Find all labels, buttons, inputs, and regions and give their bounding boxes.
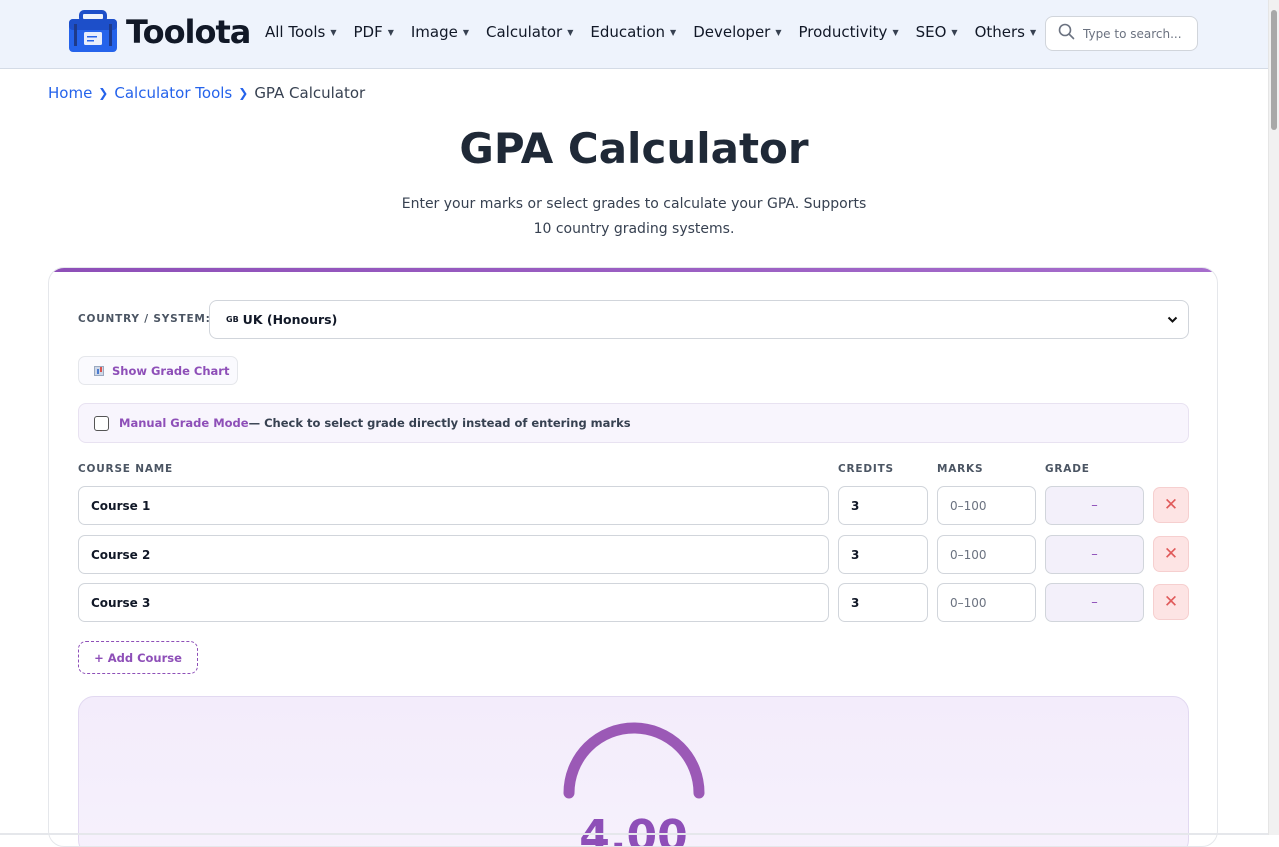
grade-chart-label: Show Grade Chart bbox=[112, 363, 230, 378]
toolbox-icon bbox=[68, 10, 118, 53]
caret-down-icon: ▼ bbox=[670, 27, 677, 37]
column-course-name: COURSE NAME bbox=[78, 463, 173, 475]
grade-display: – bbox=[1045, 486, 1144, 525]
column-credits: CREDITS bbox=[838, 463, 894, 475]
marks-input[interactable]: 0–100 bbox=[937, 535, 1036, 574]
nav-calculator[interactable]: Calculator ▼ bbox=[486, 23, 573, 41]
nav-education[interactable]: Education ▼ bbox=[590, 23, 676, 41]
nav-productivity[interactable]: Productivity ▼ bbox=[799, 23, 899, 41]
nav-seo[interactable]: SEO ▼ bbox=[916, 23, 958, 41]
nav-developer[interactable]: Developer ▼ bbox=[693, 23, 781, 41]
caret-down-icon: ▼ bbox=[462, 27, 470, 37]
nav-pdf[interactable]: PDF ▼ bbox=[353, 23, 393, 41]
nav-label: Developer bbox=[693, 23, 771, 41]
nav-label: Image bbox=[410, 23, 458, 41]
grade-display: – bbox=[1045, 583, 1144, 622]
gpa-gauge bbox=[563, 722, 705, 799]
caret-down-icon: ▼ bbox=[775, 27, 782, 37]
caret-down-icon: ▼ bbox=[1029, 27, 1037, 37]
nav-others[interactable]: Others ▼ bbox=[975, 23, 1037, 41]
breadcrumb-home[interactable]: Home bbox=[48, 84, 92, 102]
remove-course-button[interactable]: ✕ bbox=[1153, 584, 1189, 620]
manual-grade-mode: Manual Grade Mode — Check to select grad… bbox=[78, 403, 1189, 443]
nav-label: Productivity bbox=[798, 23, 888, 41]
course-name-input[interactable]: Course 3 bbox=[78, 583, 829, 622]
nav-label: PDF bbox=[353, 23, 383, 41]
close-icon: ✕ bbox=[1163, 544, 1179, 564]
nav-image[interactable]: Image ▼ bbox=[411, 23, 469, 41]
gpa-value: 4.00 bbox=[579, 811, 688, 847]
column-marks: MARKS bbox=[937, 463, 984, 475]
caret-down-icon: ▼ bbox=[330, 27, 337, 37]
country-selected-value: UK (Honours) bbox=[242, 312, 338, 327]
column-grade: GRADE bbox=[1045, 463, 1090, 475]
gpa-calculator-card: COUNTRY / SYSTEM: GB UK (Honours) Show G… bbox=[48, 267, 1218, 847]
course-name-input[interactable]: Course 1 bbox=[78, 486, 829, 525]
course-name-input[interactable]: Course 2 bbox=[78, 535, 829, 574]
show-grade-chart-button[interactable]: Show Grade Chart bbox=[78, 356, 238, 385]
page-scrollbar[interactable] bbox=[1268, 0, 1279, 835]
manual-grade-checkbox[interactable] bbox=[94, 415, 109, 431]
nav-label: SEO bbox=[915, 23, 947, 41]
search-icon bbox=[1058, 23, 1075, 44]
nav-label: Education bbox=[590, 23, 666, 41]
manual-mode-description: — Check to select grade directly instead… bbox=[248, 416, 631, 430]
close-icon: ✕ bbox=[1163, 495, 1179, 515]
search-box[interactable] bbox=[1045, 16, 1198, 51]
nav-label: Others bbox=[974, 23, 1025, 41]
chevron-right-icon: ❯ bbox=[98, 86, 109, 100]
chevron-down-icon bbox=[1167, 314, 1178, 328]
nav-label: Calculator bbox=[486, 23, 563, 41]
course-row: Course 2 3 0–100 – ✕ bbox=[78, 535, 1189, 574]
page-subtitle: Enter your marks or select grades to cal… bbox=[401, 196, 867, 237]
logo[interactable]: Toolota bbox=[68, 10, 251, 53]
caret-down-icon: ▼ bbox=[951, 27, 958, 37]
bar-chart-icon bbox=[94, 365, 104, 376]
card-accent-bar bbox=[49, 268, 1217, 272]
nav-all-tools[interactable]: All Tools ▼ bbox=[265, 23, 336, 41]
add-course-button[interactable]: + Add Course bbox=[78, 641, 198, 674]
caret-down-icon: ▼ bbox=[387, 27, 394, 37]
caret-down-icon: ▼ bbox=[567, 27, 574, 37]
marks-input[interactable]: 0–100 bbox=[937, 486, 1036, 525]
logo-text: Toolota bbox=[126, 12, 251, 51]
course-row: Course 3 3 0–100 – ✕ bbox=[78, 583, 1189, 622]
grade-display: – bbox=[1045, 535, 1144, 574]
flag-gb-icon: GB bbox=[226, 315, 239, 324]
country-select[interactable]: GB UK (Honours) bbox=[209, 300, 1189, 339]
page-title: GPA Calculator bbox=[459, 124, 809, 173]
remove-course-button[interactable]: ✕ bbox=[1153, 487, 1189, 523]
scrollbar-thumb[interactable] bbox=[1271, 10, 1277, 130]
chevron-right-icon: ❯ bbox=[238, 86, 249, 100]
site-header: Toolota All Tools ▼ PDF ▼ Image ▼ Calculato… bbox=[0, 0, 1268, 69]
credits-input[interactable]: 3 bbox=[838, 535, 928, 574]
breadcrumb: Home ❯ Calculator Tools ❯ GPA Calculator bbox=[48, 84, 365, 102]
credits-input[interactable]: 3 bbox=[838, 486, 928, 525]
main-nav: All Tools ▼ PDF ▼ Image ▼ Calculator ▼ Educa… bbox=[265, 23, 1053, 41]
close-icon: ✕ bbox=[1163, 592, 1179, 612]
breadcrumb-current: GPA Calculator bbox=[254, 84, 366, 102]
nav-label: All Tools bbox=[265, 23, 326, 41]
caret-down-icon: ▼ bbox=[892, 27, 899, 37]
gpa-result-panel: 4.00 bbox=[78, 696, 1189, 847]
country-label: COUNTRY / SYSTEM: bbox=[78, 313, 211, 325]
remove-course-button[interactable]: ✕ bbox=[1153, 536, 1189, 572]
manual-mode-title: Manual Grade Mode bbox=[119, 416, 249, 430]
breadcrumb-calculator-tools[interactable]: Calculator Tools bbox=[114, 84, 232, 102]
credits-input[interactable]: 3 bbox=[838, 583, 928, 622]
marks-input[interactable]: 0–100 bbox=[937, 583, 1036, 622]
search-input[interactable] bbox=[1083, 26, 1189, 41]
course-row: Course 1 3 0–100 – ✕ bbox=[78, 486, 1189, 525]
